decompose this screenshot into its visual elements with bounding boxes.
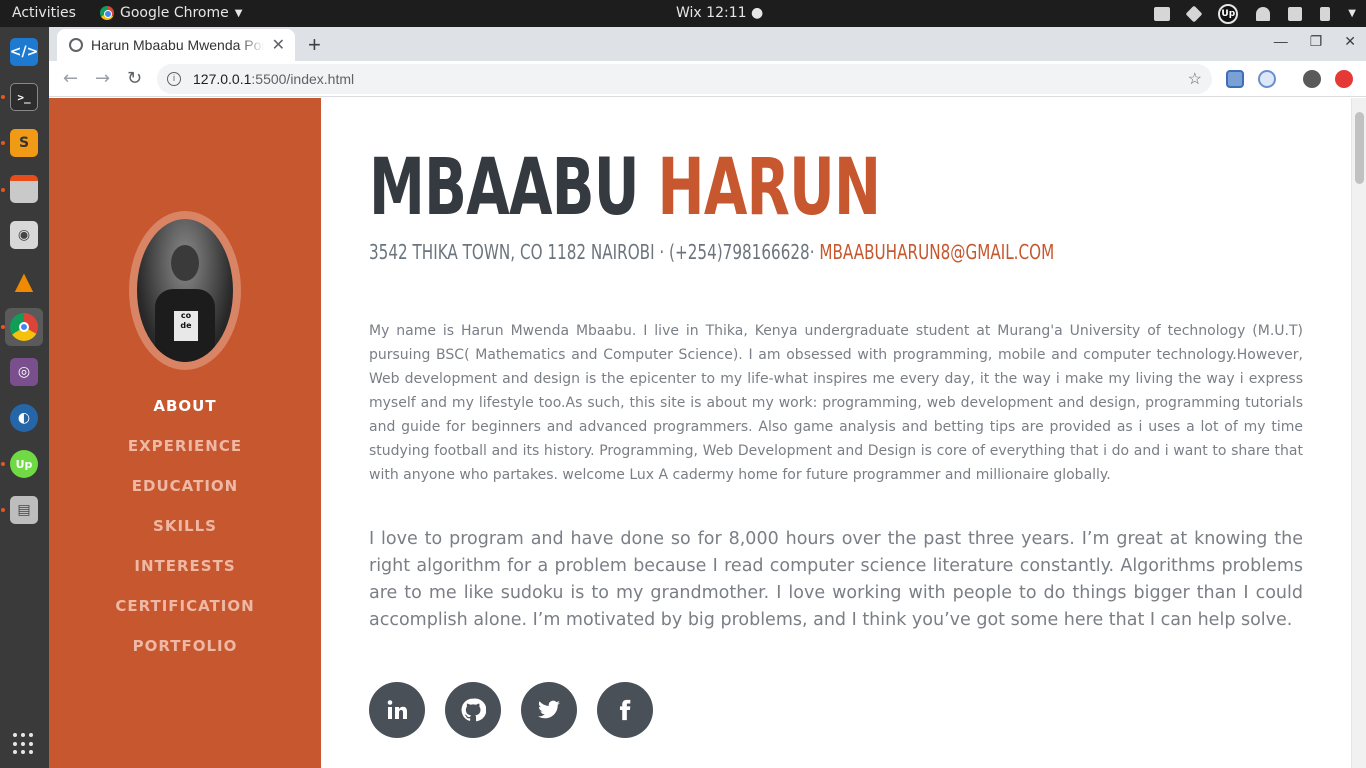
nav-item-education[interactable]: EDUCATION [49,474,321,514]
web-page: co de ABOUT EXPERIENCE EDUCATION SKILLS … [49,98,1366,768]
forward-icon[interactable]: → [95,68,110,89]
dock-files[interactable] [5,170,43,208]
close-window-icon[interactable]: ✕ [1344,33,1356,50]
system-menu-chevron-icon[interactable]: ▼ [1348,8,1356,19]
extension-icon[interactable] [1226,70,1244,88]
show-applications-icon[interactable] [13,733,35,755]
linkedin-icon [387,700,407,719]
bio-paragraph: My name is Harun Mwenda Mbaabu. I live i… [369,323,1303,483]
nav-item-certification[interactable]: CERTIFICATION [49,594,321,634]
dock-terminal[interactable]: >_ [5,78,43,116]
upwork-icon: Up [10,450,38,478]
dock-sublime[interactable]: S [5,124,43,162]
dock-vscode[interactable]: </> [5,33,43,71]
last-name: HARUN [657,143,881,233]
tab-strip: Harun Mbaabu Mwenda Portfolio ✕ + — ❐ ✕ [49,27,1366,61]
social-icons [369,682,653,738]
page-title: MBAABU HARUN [369,143,881,233]
sublime-text-icon: S [10,129,38,157]
system-top-bar: Activities Google Chrome ▼ Wix 12:11 ● U… [0,0,1366,27]
printer-icon: ▤ [10,496,38,524]
profile-photo: co de [129,211,241,370]
avatar: co de [137,219,233,362]
camera-icon: ◉ [10,221,38,249]
tab-title: Harun Mbaabu Mwenda Portfolio [91,37,264,53]
contact-line: 3542 Thika Town, CO 1182 Nairobi · (+254… [369,240,1054,264]
nav-item-experience[interactable]: EXPERIENCE [49,434,321,474]
terminal-icon: >_ [10,83,38,111]
file-manager-icon [10,175,38,203]
screenshot-icon: ◎ [10,358,38,386]
chrome-icon [100,6,114,20]
tab-active[interactable]: Harun Mbaabu Mwenda Portfolio ✕ [57,29,295,61]
scrollbar-thumb[interactable] [1355,112,1364,184]
dock-browser[interactable]: ◐ [5,399,43,437]
activities-button[interactable]: Activities [12,5,76,21]
about-section: MBAABU HARUN 3542 Thika Town, CO 1182 Na… [369,98,1303,768]
chrome-icon [10,313,38,341]
info-icon[interactable]: i [167,72,181,86]
chevron-down-icon: ▼ [234,7,243,19]
window-controls: — ❐ ✕ [1274,33,1356,50]
nav-item-portfolio[interactable]: PORTFOLIO [49,634,321,674]
nav-item-about[interactable]: ABOUT [49,394,321,434]
dock-screenshot[interactable]: ◎ [5,353,43,391]
maximize-icon[interactable]: ❐ [1310,33,1323,50]
address-bar[interactable]: i 127.0.0.1 :5500/index.html ☆ [157,64,1212,94]
browser-toolbar: ← → ↻ i 127.0.0.1 :5500/index.html ☆ [49,61,1366,97]
app-menu-label: Google Chrome [120,5,229,21]
dock-upwork[interactable]: Up [5,445,43,483]
photo-shirt-print: co de [174,311,198,341]
lead-paragraph: I love to program and have done so for 8… [369,529,1303,630]
upwork-tray-icon[interactable]: Up [1218,3,1239,24]
sidebar-nav: ABOUT EXPERIENCE EDUCATION SKILLS INTERE… [49,394,321,674]
url-host: 127.0.0.1 [193,71,252,87]
first-name: MBAABU [369,143,639,233]
app-menu[interactable]: Google Chrome ▼ [100,5,242,21]
dock-chrome[interactable] [5,308,43,346]
back-icon[interactable]: ← [63,68,78,89]
github-icon [461,698,486,722]
battery-icon[interactable] [1320,6,1331,21]
clock[interactable]: Wix 12:11 ● [676,5,763,21]
browser-window: Harun Mbaabu Mwenda Portfolio ✕ + — ❐ ✕ … [49,27,1366,768]
system-tray: Up ▼ [1154,3,1356,24]
volume-icon[interactable] [1288,6,1303,21]
dropbox-icon[interactable] [1185,5,1203,22]
extension-icon[interactable] [1258,70,1276,88]
close-icon[interactable]: ✕ [272,35,285,55]
bookmark-star-icon[interactable]: ☆ [1188,69,1202,89]
address-phone: 3542 Thika Town, CO 1182 Nairobi · (+254… [369,240,820,264]
facebook-icon [619,699,631,721]
dock-printer[interactable]: ▤ [5,491,43,529]
email-link[interactable]: mbaabuharun8@gmail.com [819,240,1054,264]
reload-icon[interactable]: ↻ [127,68,142,89]
sidebar: co de ABOUT EXPERIENCE EDUCATION SKILLS … [49,98,321,768]
profile-avatar[interactable] [1303,70,1321,88]
vlc-icon: ▲ [14,267,34,295]
nav-item-interests[interactable]: INTERESTS [49,554,321,594]
minimize-icon[interactable]: — [1274,33,1288,50]
url-path: :5500/index.html [251,71,355,87]
new-tab-button[interactable]: + [308,32,321,58]
github-button[interactable] [445,682,501,738]
page-scrollbar[interactable] [1351,98,1366,768]
update-icon[interactable] [1335,70,1353,88]
dock-vlc[interactable]: ▲ [5,262,43,300]
linkedin-button[interactable] [369,682,425,738]
vscode-icon: </> [10,38,38,66]
photo-head [171,245,199,281]
dock: </> >_ S ◉ ▲ ◎ ◐ Up ▤ [0,27,49,768]
twitter-button[interactable] [521,682,577,738]
dock-camera[interactable]: ◉ [5,216,43,254]
wifi-icon[interactable] [1256,6,1271,21]
browser-globe-icon: ◐ [10,404,38,432]
facebook-button[interactable] [597,682,653,738]
video-camera-icon[interactable] [1154,6,1171,21]
globe-icon [69,38,83,52]
nav-item-skills[interactable]: SKILLS [49,514,321,554]
twitter-icon [538,700,560,719]
